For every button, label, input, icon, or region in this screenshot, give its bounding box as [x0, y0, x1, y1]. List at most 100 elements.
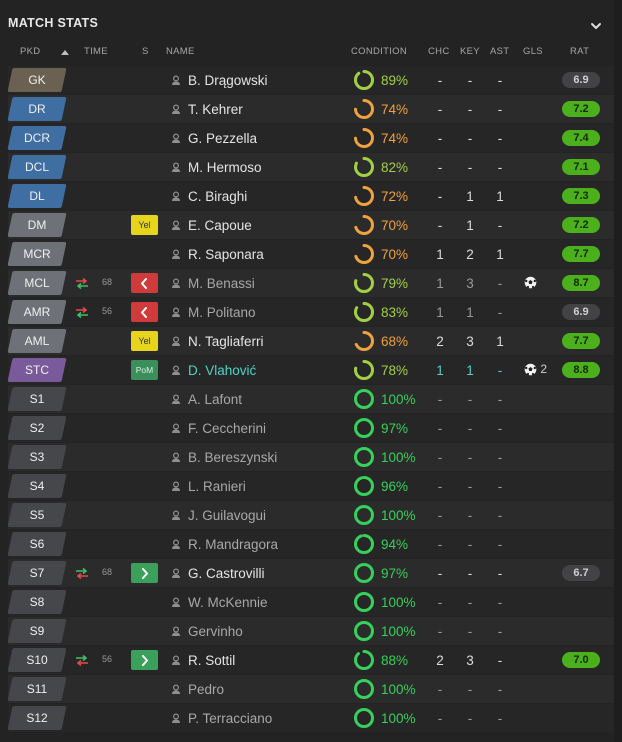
player-name[interactable]: Gervinho: [188, 624, 243, 639]
assists: -: [497, 537, 503, 552]
player-name[interactable]: B. Drągowski: [188, 73, 268, 88]
table-row[interactable]: S10 56 R. Sottil 88% 2 3 - 7.0: [7, 646, 614, 674]
table-row[interactable]: GK B. Drągowski 89% - - - 6.9: [7, 66, 614, 94]
table-row[interactable]: STC PoM D. Vlahović 78% 1 1 - 2 8.8: [7, 356, 614, 384]
person-icon: [172, 307, 180, 317]
table-row[interactable]: AMR 56 M. Politano 83% 1 1 - 6.9: [7, 298, 614, 326]
person-icon: [172, 655, 180, 665]
table-row[interactable]: DM Yel E. Capoue 70% - 1 - 7.2: [7, 211, 614, 239]
table-row[interactable]: AML Yel N. Tagliaferri 68% 2 3 1 7.7: [7, 327, 614, 355]
key-passes: -: [467, 624, 473, 639]
player-name[interactable]: C. Biraghi: [188, 189, 247, 204]
condition-value: 100%: [381, 624, 416, 639]
table-row[interactable]: S9 Gervinho 100% - - -: [7, 617, 614, 645]
person-icon: [172, 684, 180, 694]
table-row[interactable]: MCR R. Saponara 70% 1 2 1 7.7: [7, 240, 614, 268]
subbed-off-icon: [131, 273, 158, 293]
player-name[interactable]: B. Bereszynski: [188, 450, 277, 465]
person-icon: [172, 365, 180, 375]
player-name[interactable]: M. Benassi: [188, 276, 255, 291]
assists: -: [497, 711, 503, 726]
player-name[interactable]: T. Kehrer: [188, 102, 243, 117]
table-row[interactable]: S4 L. Ranieri 96% - - -: [7, 472, 614, 500]
col-header-rat[interactable]: RAT: [570, 46, 589, 60]
table-row[interactable]: S11 Pedro 100% - - -: [7, 675, 614, 703]
table-row[interactable]: S12 P. Terracciano 100% - - -: [7, 704, 614, 732]
condition-value: 97%: [381, 421, 409, 436]
col-header-s[interactable]: S: [142, 46, 149, 60]
assists: 1: [496, 189, 504, 204]
col-header-gls[interactable]: GLS: [523, 46, 543, 60]
player-name[interactable]: A. Lafont: [188, 392, 242, 407]
chevron-down-icon[interactable]: [589, 19, 603, 33]
table-row[interactable]: S2 F. Ceccherini 97% - - -: [7, 414, 614, 442]
player-name[interactable]: N. Tagliaferri: [188, 334, 264, 349]
person-icon: [172, 220, 180, 230]
position-label: DCR: [24, 131, 50, 145]
col-header-key[interactable]: KEY: [460, 46, 480, 60]
table-row[interactable]: MCL 68 M. Benassi 79% 1 3 - 8.7: [7, 269, 614, 297]
col-header-pkd[interactable]: PKD: [20, 46, 40, 60]
table-row[interactable]: S6 R. Mandragora 94% - - -: [7, 530, 614, 558]
col-header-time[interactable]: TIME: [84, 46, 108, 60]
position-label: S8: [29, 595, 45, 609]
col-header-ast[interactable]: AST: [490, 46, 509, 60]
key-passes: -: [467, 595, 473, 610]
player-name[interactable]: L. Ranieri: [188, 479, 246, 494]
assists: -: [497, 276, 503, 291]
football-icon: [524, 364, 537, 376]
table-row[interactable]: S1 A. Lafont 100% - - -: [7, 385, 614, 413]
assists: -: [497, 102, 503, 117]
yellow-card-badge: Yel: [131, 215, 158, 235]
table-row[interactable]: S5 J. Guilavogui 100% - - -: [7, 501, 614, 529]
table-row[interactable]: DCL M. Hermoso 82% - - - 7.1: [7, 153, 614, 181]
player-name[interactable]: Pedro: [188, 682, 224, 697]
condition-ring-icon: [354, 505, 374, 525]
chances-created: -: [437, 595, 443, 610]
col-header-name[interactable]: NAME: [166, 46, 195, 60]
position-label: S9: [29, 624, 45, 638]
substitution-on-icon: [76, 655, 88, 666]
key-passes: 1: [466, 305, 474, 320]
key-passes: -: [467, 566, 473, 581]
col-header-chc[interactable]: CHC: [428, 46, 449, 60]
player-name[interactable]: R. Sottil: [188, 653, 235, 668]
condition-value: 100%: [381, 508, 416, 523]
key-passes: -: [467, 711, 473, 726]
player-name[interactable]: J. Guilavogui: [188, 508, 266, 523]
player-name[interactable]: W. McKennie: [188, 595, 268, 610]
position-label: DM: [27, 218, 47, 232]
player-name[interactable]: M. Hermoso: [188, 160, 262, 175]
condition-ring-icon: [354, 244, 374, 264]
table-row[interactable]: S7 68 G. Castrovilli 97% - - - 6.7: [7, 559, 614, 587]
player-name[interactable]: P. Terracciano: [188, 711, 272, 726]
player-name[interactable]: D. Vlahović: [188, 363, 256, 378]
chances-created: 2: [436, 653, 444, 668]
chances-created: -: [437, 682, 443, 697]
table-row[interactable]: S8 W. McKennie 100% - - -: [7, 588, 614, 616]
condition-value: 70%: [381, 218, 409, 233]
key-passes: 1: [466, 218, 474, 233]
condition-value: 100%: [381, 392, 416, 407]
rating-badge: 7.2: [562, 101, 600, 117]
table-row[interactable]: DR T. Kehrer 74% - - - 7.2: [7, 95, 614, 123]
rating-badge: 7.7: [562, 246, 600, 262]
person-icon: [172, 510, 180, 520]
player-name[interactable]: E. Capoue: [188, 218, 252, 233]
table-row[interactable]: DCR G. Pezzella 74% - - - 7.4: [7, 124, 614, 152]
sort-ascending-icon[interactable]: [61, 50, 69, 55]
position-label: S3: [29, 450, 45, 464]
player-name[interactable]: G. Pezzella: [188, 131, 257, 146]
condition-value: 74%: [381, 102, 409, 117]
col-header-condition[interactable]: CONDITION: [351, 46, 407, 60]
assists: -: [497, 450, 503, 465]
player-name[interactable]: R. Saponara: [188, 247, 264, 262]
player-name[interactable]: R. Mandragora: [188, 537, 278, 552]
player-name[interactable]: M. Politano: [188, 305, 256, 320]
condition-value: 100%: [381, 595, 416, 610]
player-name[interactable]: F. Ceccherini: [188, 421, 266, 436]
table-row[interactable]: DL C. Biraghi 72% - 1 1 7.3: [7, 182, 614, 210]
assists: -: [497, 595, 503, 610]
table-row[interactable]: S3 B. Bereszynski 100% - - -: [7, 443, 614, 471]
player-name[interactable]: G. Castrovilli: [188, 566, 265, 581]
